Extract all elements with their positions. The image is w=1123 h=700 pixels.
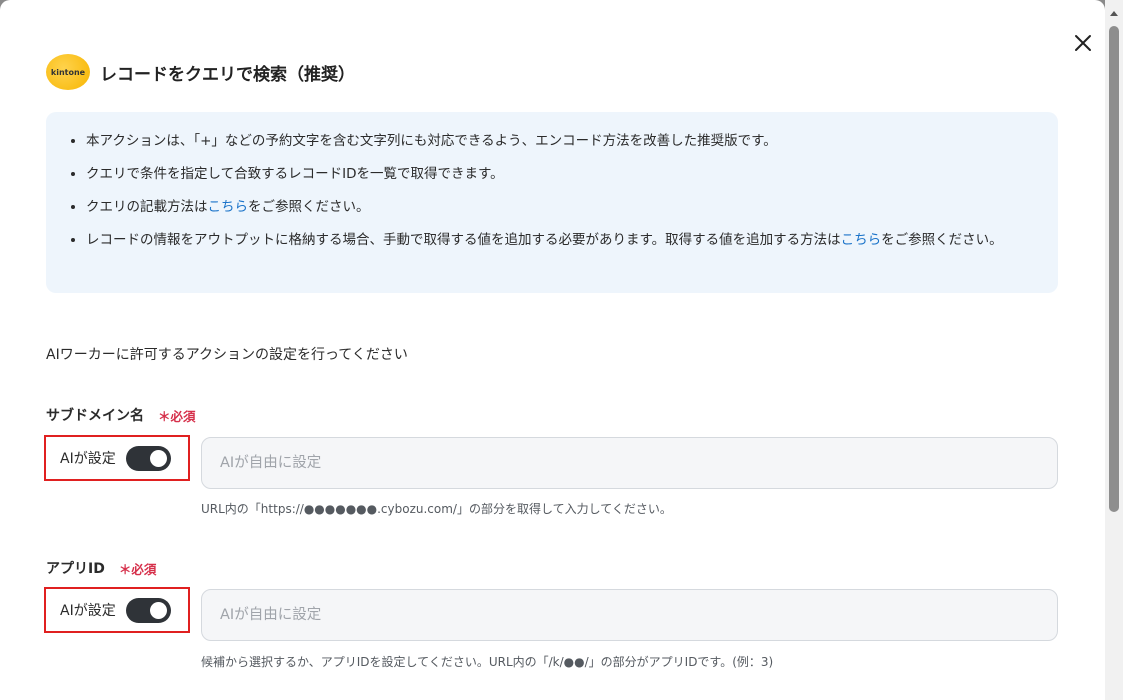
info-text: をご参照ください。 [881,232,1003,248]
app-id-input[interactable] [201,589,1058,641]
dialog-title: レコードをクエリで検索（推奨） [100,64,355,85]
required-badge: ＊必須 [118,561,157,577]
field-label-text: アプリID [46,561,105,577]
app-id-ai-toggle-group: AIが設定 [44,587,190,633]
required-badge: ＊必須 [158,408,196,424]
info-list: 本アクションは、「+」などの予約文字を含む文字列にも対応できるよう、エンコード方… [86,128,1034,253]
logo-text: kintone [50,67,86,77]
scroll-up-arrow-icon[interactable] [1110,11,1118,16]
info-text: クエリの記載方法は [86,199,208,215]
close-button[interactable] [1068,28,1098,58]
app-id-help-text: 候補から選択するか、アプリIDを設定してください。URL内の「/k/●●/」の部… [201,655,774,669]
info-item: クエリの記載方法はこちらをご参照ください。 [86,194,1034,220]
query-help-link[interactable]: こちら [208,199,249,215]
info-item: クエリで条件を指定して合致するレコードIDを一覧で取得できます。 [86,161,1034,187]
app-id-ai-toggle[interactable] [125,597,171,623]
subdomain-ai-toggle[interactable] [125,445,171,471]
info-text: をご参照ください。 [248,199,370,215]
ai-setting-label: AIが設定 [60,451,116,467]
dialog-header: kintone レコードをクエリで検索（推奨） [46,54,355,90]
action-settings-dialog: kintone レコードをクエリで検索（推奨） 本アクションは、「+」などの予約… [0,0,1105,700]
subdomain-label: サブドメイン名 ＊必須 [46,405,196,425]
output-help-link[interactable]: こちら [841,232,882,248]
close-icon [1075,35,1091,51]
info-text: クエリで条件を指定して合致するレコードIDを一覧で取得できます。 [86,166,504,182]
info-item: 本アクションは、「+」などの予約文字を含む文字列にも対応できるよう、エンコード方… [86,128,1034,154]
scrollbar[interactable] [1105,0,1123,700]
subdomain-help-text: URL内の「https://●●●●●●●.cybozu.com/」の部分を取得… [201,502,672,516]
instruction-text: AIワーカーに許可するアクションの設定を行ってください [46,347,408,363]
kintone-logo-icon: kintone [46,54,90,90]
info-item: レコードの情報をアウトプットに格納する場合、手動で取得する値を追加する必要があり… [86,227,1034,253]
ai-setting-label: AIが設定 [60,603,116,619]
field-label-text: サブドメイン名 [46,408,144,424]
subdomain-input[interactable] [201,437,1058,489]
scrollbar-thumb[interactable] [1109,26,1119,512]
app-id-label: アプリID ＊必須 [46,558,156,578]
subdomain-ai-toggle-group: AIが設定 [44,435,190,481]
info-text: レコードの情報をアウトプットに格納する場合、手動で取得する値を追加する必要があり… [86,232,841,248]
info-text: 本アクションは、「+」などの予約文字を含む文字列にも対応できるよう、エンコード方… [86,133,777,149]
info-box: 本アクションは、「+」などの予約文字を含む文字列にも対応できるよう、エンコード方… [46,112,1058,293]
